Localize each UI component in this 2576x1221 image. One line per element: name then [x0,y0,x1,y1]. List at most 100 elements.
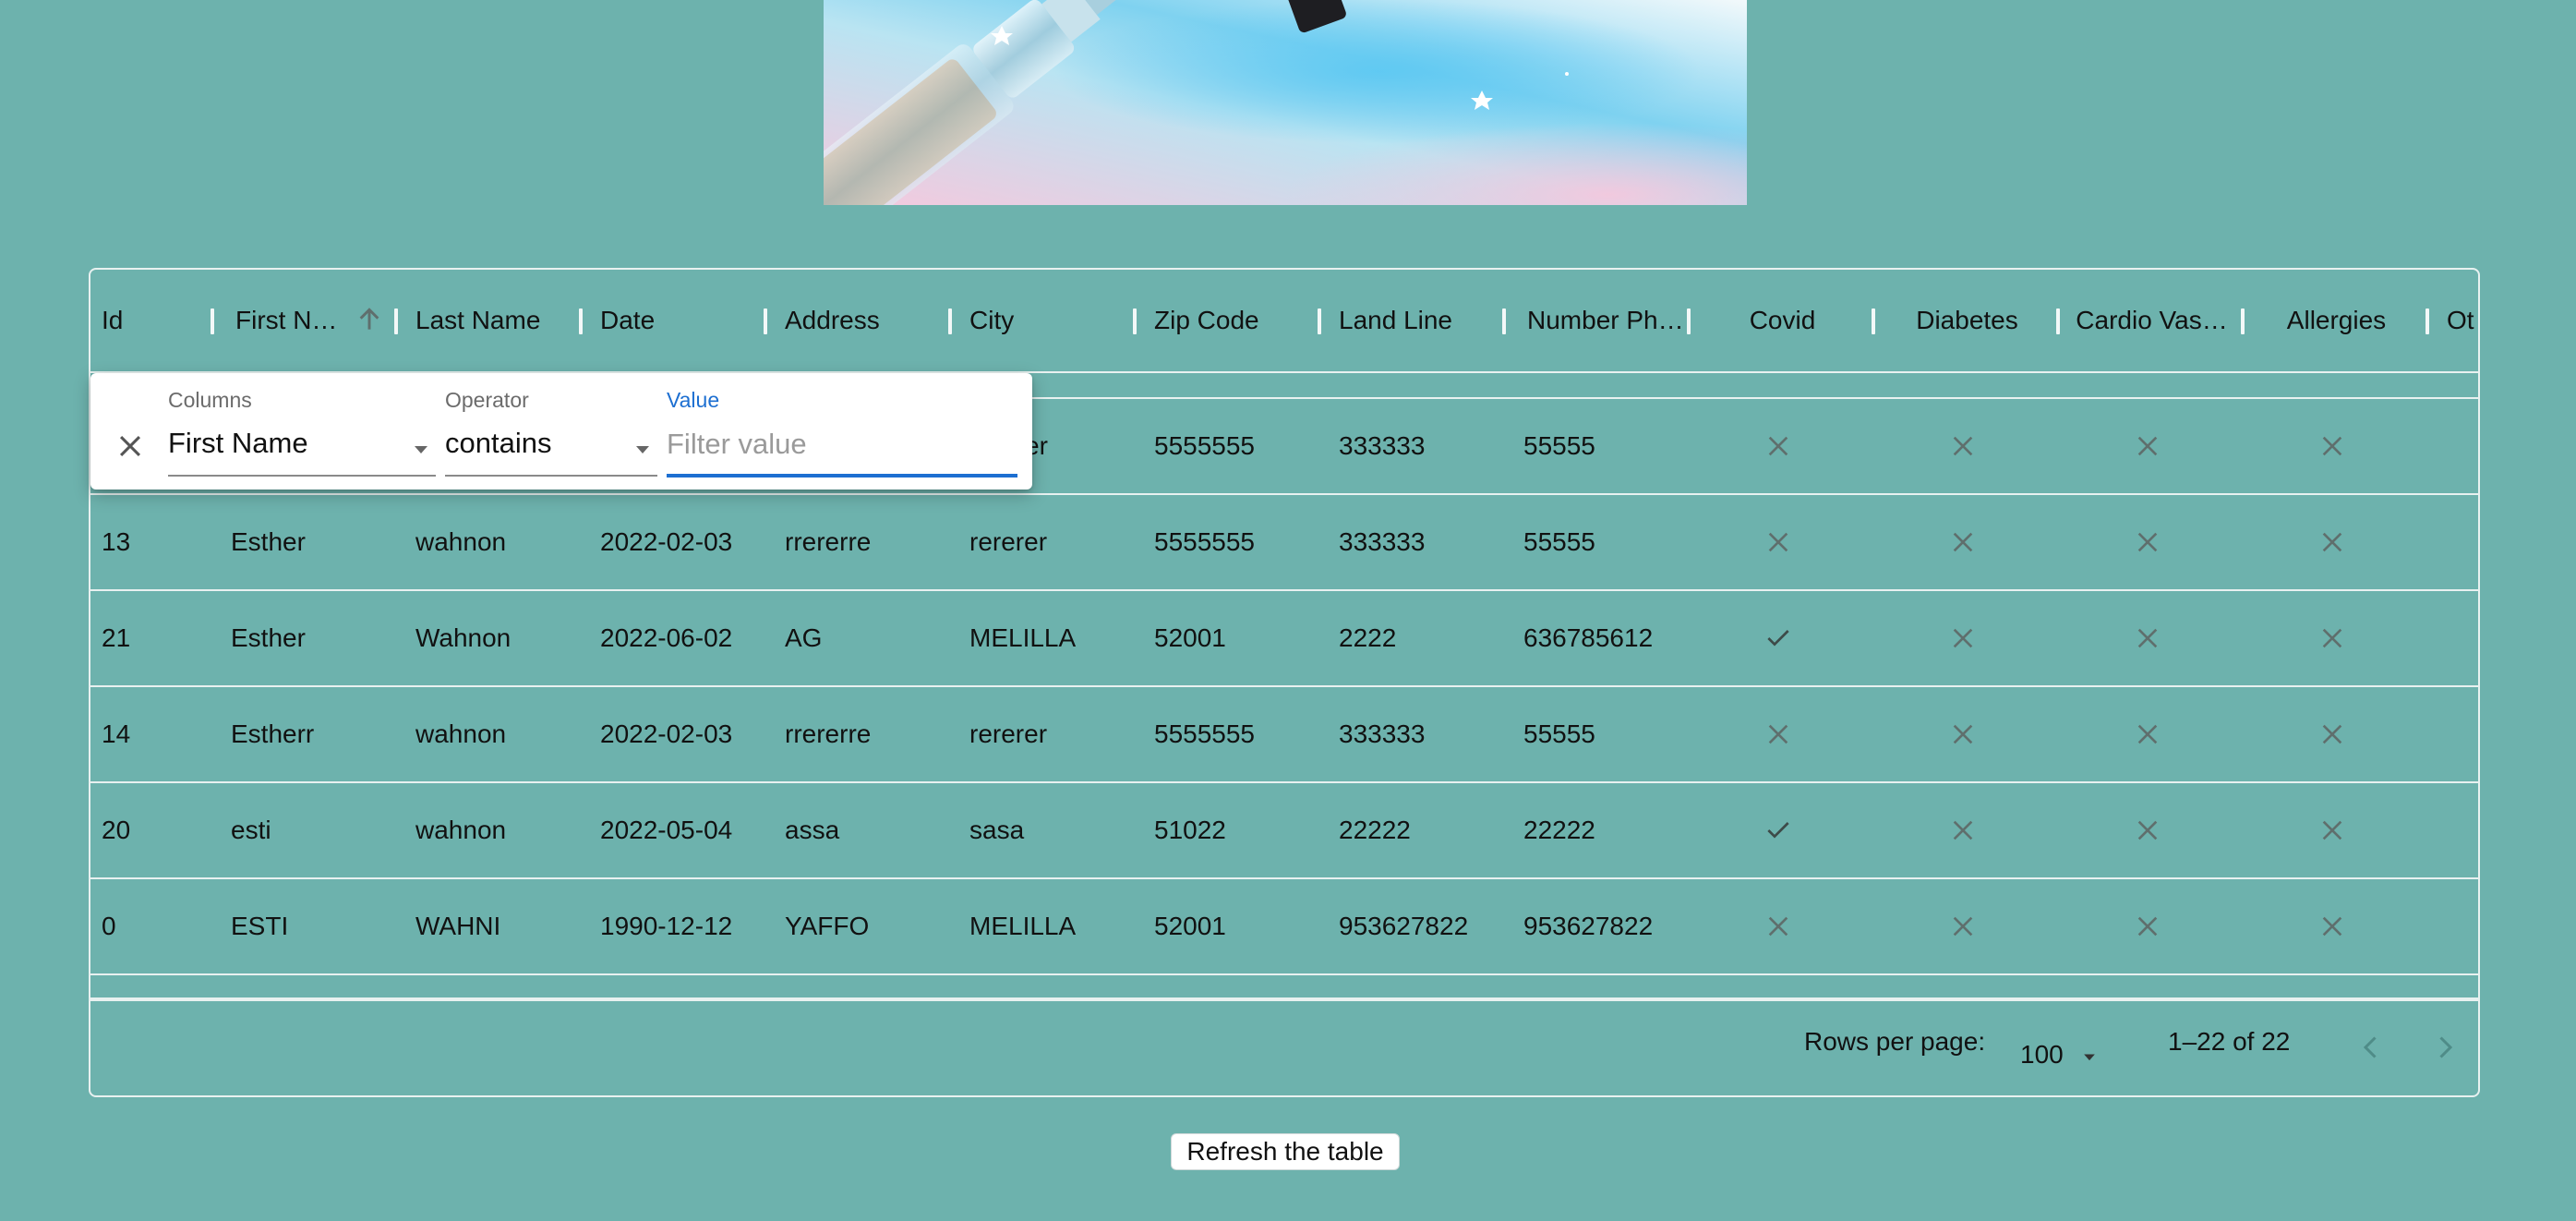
table-row[interactable]: 20 esti wahnon 2022-05-04 assa sasa 51022 22222… [90,783,2478,879]
cell-date: 2022-02-03 [600,527,733,556]
cell-land-line: 953627822 [1339,912,1469,940]
false-icon [1953,724,1973,744]
cell-number-phone: 55555 [1523,431,1595,460]
column-header-allergies[interactable]: Allergies [2246,270,2426,371]
pagination-range: 1–22 of 22 [2168,1027,2291,1056]
filter-value-input[interactable] [667,421,1017,467]
column-separator[interactable] [1687,308,1691,334]
false-icon [1768,436,1788,456]
column-separator[interactable] [579,308,583,334]
cell-id: 20 [102,816,131,844]
column-header-date[interactable]: Date [589,270,764,371]
grid-header: Id First N… Last Name Date Address City … [90,270,2478,373]
cell-last-name: Wahnon [415,623,512,652]
false-icon [2322,532,2342,552]
column-separator[interactable] [764,308,767,334]
column-header-diabetes[interactable]: Diabetes [1877,270,2057,371]
filter-panel: Columns First Name Operator contains Val… [90,373,1032,490]
chevron-down-icon[interactable] [410,438,432,460]
chevron-down-icon[interactable] [632,438,654,460]
previous-page-icon[interactable] [2354,1031,2388,1064]
cell-last-name: wahnon [415,719,507,748]
operator-select[interactable]: contains [445,427,551,460]
cell-number-phone: 55555 [1523,527,1595,556]
next-page-icon[interactable] [2428,1031,2462,1064]
cell-first-name: esti [231,816,271,844]
false-icon [2322,820,2342,840]
column-header-first-name[interactable]: First N… [224,270,363,371]
cell-date: 2022-05-04 [600,816,733,844]
cell-land-line: 2222 [1339,623,1397,652]
false-icon [1768,532,1788,552]
column-separator[interactable] [948,308,952,334]
column-header-land-line[interactable]: Land Line [1328,270,1503,371]
cell-city: rererer [969,527,1048,556]
column-header-other[interactable]: Ot [2436,270,2478,371]
cell-last-name: WAHNI [415,912,501,940]
columns-select[interactable]: First Name [168,427,308,460]
cell-first-name: ESTI [231,912,289,940]
table-row[interactable]: 0 ESTI WAHNI 1990-12-12 YAFFO MELILLA 52001 953… [90,879,2478,975]
column-header-cardio-vascular[interactable]: Cardio Vas… [2062,270,2242,371]
cell-zip-code: 5555555 [1154,431,1256,460]
cell-land-line: 333333 [1339,431,1426,460]
close-icon[interactable] [114,430,146,462]
column-separator[interactable] [2056,308,2060,334]
cell-last-name: wahnon [415,527,507,556]
sort-ascending-icon[interactable] [355,305,384,334]
syringe-illustration [824,0,1747,205]
cell-first-name: Estherr [231,719,315,748]
value-label: Value [667,388,720,412]
cell-zip-code: 52001 [1154,912,1226,940]
cell-first-name: Esther [231,527,306,556]
table-row[interactable]: 14 Estherr wahnon 2022-02-03 rrererre rererer… [90,687,2478,783]
cell-zip-code: 51022 [1154,816,1226,844]
false-icon [1953,436,1973,456]
value-underline [667,474,1017,478]
false-icon [2322,724,2342,744]
column-header-city[interactable]: City [958,270,1134,371]
false-icon [1953,628,1973,648]
rows-per-page-value: 100 [2020,1040,2064,1069]
column-separator[interactable] [2241,308,2245,334]
column-separator[interactable] [1872,308,1875,334]
false-icon [1953,532,1973,552]
cell-date: 2022-06-02 [600,623,733,652]
rows-per-page-select[interactable]: 100 [2020,1040,2099,1070]
column-separator[interactable] [394,308,398,334]
false-icon [2137,916,2158,937]
cell-number-phone: 953627822 [1523,912,1654,940]
check-icon [1767,822,1789,839]
table-row[interactable]: 13 Esther wahnon 2022-02-03 rrererre rererer 5… [90,495,2478,591]
cell-id: 21 [102,623,131,652]
cell-city: MELILLA [969,912,1077,940]
false-icon [2322,436,2342,456]
column-separator[interactable] [1133,308,1137,334]
cell-id: 14 [102,719,131,748]
column-separator[interactable] [2426,308,2429,334]
column-header-address[interactable]: Address [774,270,949,371]
cell-land-line: 333333 [1339,527,1426,556]
cell-city: sasa [969,816,1025,844]
column-header-zip-code[interactable]: Zip Code [1143,270,1318,371]
refresh-table-button[interactable]: Refresh the table [1171,1133,1400,1170]
column-header-number-phone[interactable]: Number Ph… [1516,270,1691,371]
false-icon [1768,724,1788,744]
cell-last-name: wahnon [415,816,507,844]
false-icon [2137,724,2158,744]
cell-land-line: 22222 [1339,816,1411,844]
operator-label: Operator [445,388,529,412]
table-row[interactable]: 21 Esther Wahnon 2022-06-02 AG MELILLA 52001 22… [90,591,2478,687]
column-header-id[interactable]: Id [90,270,201,371]
column-header-last-name[interactable]: Last Name [404,270,589,371]
column-header-covid[interactable]: Covid [1692,270,1872,371]
operator-underline [445,475,657,477]
cell-date: 2022-02-03 [600,719,733,748]
column-separator[interactable] [1318,308,1321,334]
cell-id: 0 [102,912,116,940]
column-separator[interactable] [1502,308,1506,334]
false-icon [2137,628,2158,648]
false-icon [1953,916,1973,937]
column-separator[interactable] [211,308,214,334]
cell-zip-code: 52001 [1154,623,1226,652]
